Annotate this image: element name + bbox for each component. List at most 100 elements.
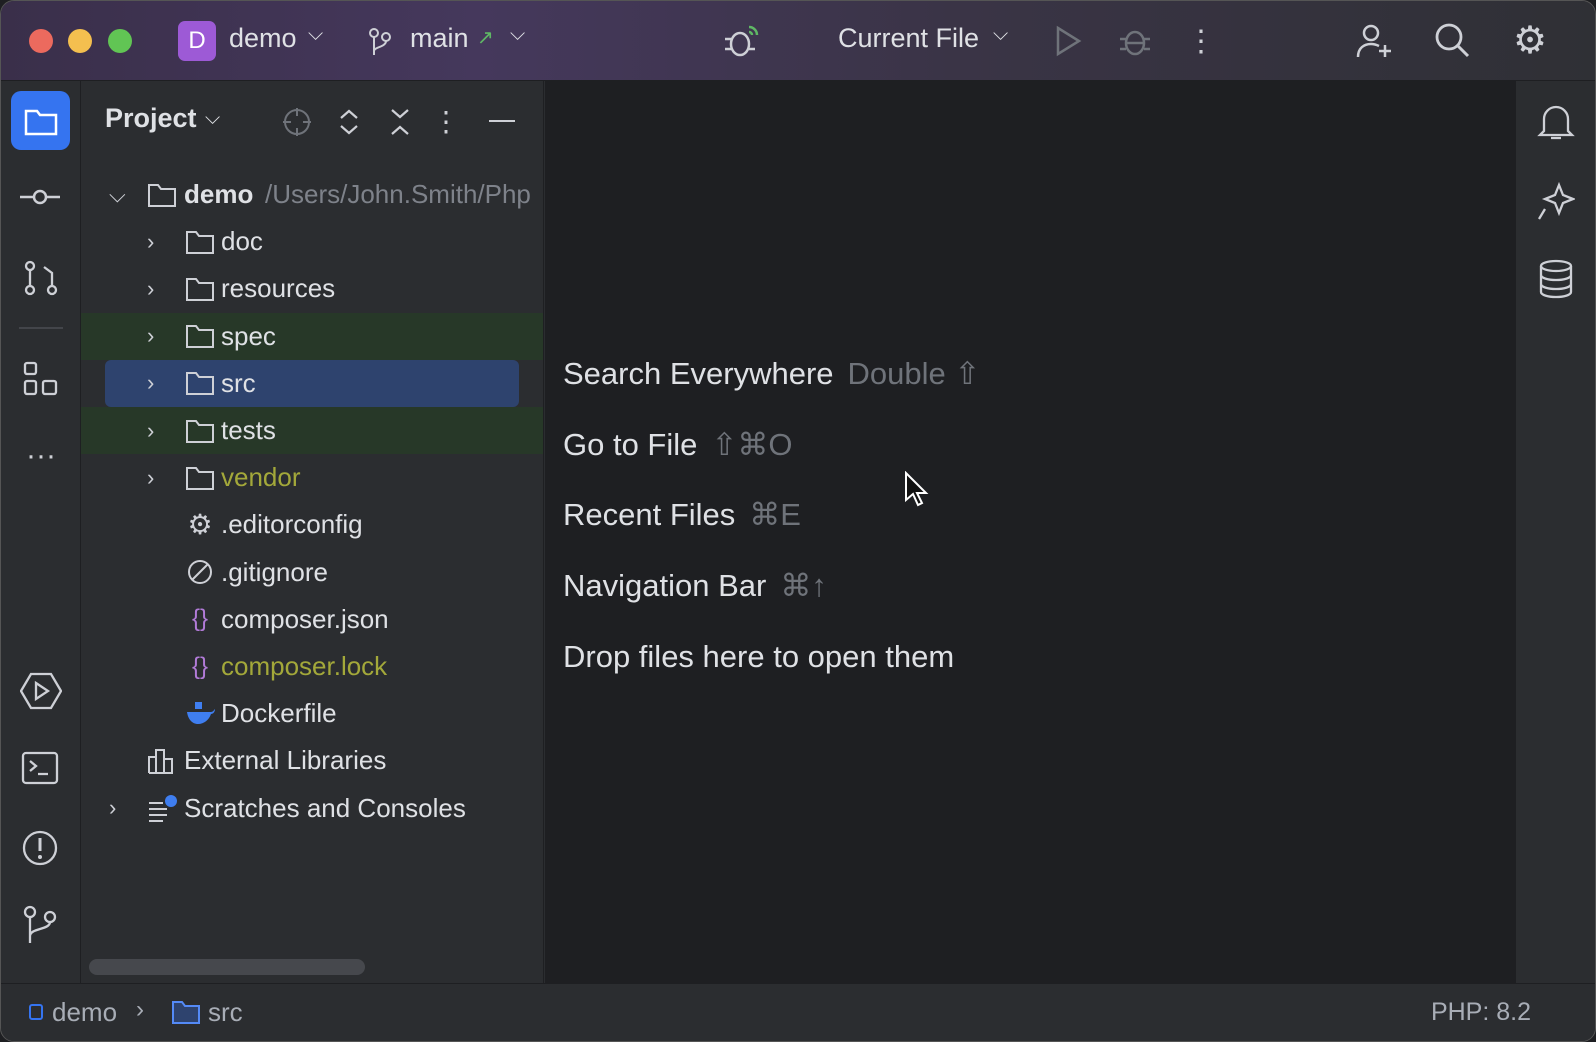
chevron-down-icon[interactable]: ⌵ <box>109 182 126 208</box>
minimize-window-button[interactable] <box>68 29 92 53</box>
tree-item-label: composer.json <box>221 603 389 634</box>
database-icon[interactable] <box>1538 259 1574 299</box>
module-icon <box>29 1004 43 1020</box>
tree-item-spec[interactable]: › spec <box>81 312 543 360</box>
search-icon[interactable] <box>1433 21 1473 61</box>
tree-item-label: .editorconfig <box>221 509 363 540</box>
editor-hint: Search Everywhere Double ⇧ <box>563 356 980 392</box>
debug-icon[interactable] <box>1118 23 1152 59</box>
outgoing-arrow-icon: ↗ <box>477 27 494 49</box>
hint-shortcut: ⇧⌘O <box>711 426 793 462</box>
chevron-right-icon[interactable]: › <box>147 418 154 444</box>
tree-item-path: /Users/John.Smith/Php <box>265 179 531 209</box>
tree-item-label: External Libraries <box>184 745 387 776</box>
chevron-right-icon[interactable]: › <box>147 323 154 349</box>
chevron-down-icon[interactable]: ⌵ <box>205 107 220 130</box>
close-window-button[interactable] <box>29 29 53 53</box>
hint-label: Navigation Bar <box>563 568 767 604</box>
hint-label: Recent Files <box>563 497 736 533</box>
title-bar: D demo ⌵ main ↗ ⌵ Current File ⌵ ⋮ ⚙ <box>1 1 1595 81</box>
tree-item-label: vendor <box>221 462 301 493</box>
chevron-right-icon[interactable]: › <box>109 795 116 821</box>
git-icon[interactable] <box>23 905 59 945</box>
tree-item-label: doc <box>221 226 263 257</box>
add-user-icon[interactable] <box>1355 21 1395 61</box>
project-avatar: D <box>178 21 216 61</box>
run-config-selector[interactable]: Current File ⌵ <box>838 21 1018 61</box>
structure-icon[interactable] <box>23 361 59 397</box>
tree-item-tests[interactable]: › tests <box>81 407 543 454</box>
chevron-down-icon: ⌵ <box>510 23 526 45</box>
more-tools-icon[interactable]: ··· <box>19 439 63 472</box>
tree-item-dockerfile[interactable]: Dockerfile <box>81 690 543 737</box>
chevron-right-icon[interactable]: › <box>147 276 154 302</box>
branch-name: main <box>410 23 469 53</box>
breadcrumb-demo[interactable]: demo <box>52 997 117 1028</box>
zoom-window-button[interactable] <box>108 29 132 53</box>
editor-hint: Drop files here to open them <box>563 639 954 675</box>
hint-shortcut: ⌘E <box>749 497 801 533</box>
locate-file-icon[interactable] <box>282 107 312 137</box>
hint-label: Drop files here to open them <box>563 638 955 674</box>
hint-label: Search Everywhere <box>563 356 834 391</box>
tree-item-label: spec <box>221 320 276 351</box>
notifications-bell-icon[interactable] <box>1537 101 1575 143</box>
tree-item-scratches-and-consoles[interactable]: › Scratches and Consoles <box>81 785 543 832</box>
project-tool-button[interactable] <box>11 91 70 150</box>
ai-assistant-icon[interactable] <box>1537 181 1575 221</box>
status-bar: demo › src PHP: 8.2 <box>1 983 1595 1041</box>
tree-item-composer-json[interactable]: {} composer.json <box>81 596 543 643</box>
git-branch-icon <box>369 28 391 55</box>
tree-item-label: demo <box>184 179 254 209</box>
editor-hint: Navigation Bar ⌘↑ <box>563 568 827 604</box>
horizontal-scrollbar[interactable] <box>89 959 365 975</box>
tree-item-external-libraries[interactable]: External Libraries <box>81 737 543 784</box>
expand-all-icon[interactable] <box>338 107 360 137</box>
folder-icon <box>24 109 57 135</box>
tree-item-editorconfig[interactable]: ⚙ .editorconfig <box>81 501 543 548</box>
settings-gear-icon[interactable]: ⚙ <box>1509 19 1551 62</box>
more-options-icon[interactable]: ⋮ <box>1186 21 1216 61</box>
tree-item-label: tests <box>221 415 276 445</box>
php-version[interactable]: PHP: 8.2 <box>1431 998 1531 1027</box>
hide-panel-icon[interactable] <box>489 120 515 122</box>
services-run-icon[interactable] <box>20 670 62 712</box>
problems-icon[interactable] <box>20 828 60 868</box>
branch-switcher[interactable]: main ↗ ⌵ <box>367 21 537 61</box>
tree-item-label: composer.lock <box>221 651 388 681</box>
project-name: demo <box>229 23 297 53</box>
root-icon <box>147 182 177 208</box>
tree-item-label: Scratches and Consoles <box>184 792 466 823</box>
options-icon[interactable]: ⋮ <box>432 103 460 139</box>
chevron-down-icon: ⌵ <box>308 23 324 45</box>
tree-item-composer-lock[interactable]: {} composer.lock <box>81 643 543 690</box>
breadcrumb-src[interactable]: src <box>208 997 243 1028</box>
tree-item-src[interactable]: › src <box>81 359 543 407</box>
chevron-right-icon[interactable]: › <box>147 465 154 491</box>
project-panel-title[interactable]: Project <box>105 103 197 134</box>
commit-icon[interactable] <box>20 185 60 209</box>
chevron-right-icon[interactable]: › <box>147 370 154 396</box>
editor-hint: Recent Files ⌘E <box>563 497 801 533</box>
terminal-icon[interactable] <box>21 751 59 787</box>
project-switcher[interactable]: D demo ⌵ <box>178 21 338 61</box>
tree-item-vendor[interactable]: › vendor <box>81 454 543 501</box>
divider <box>19 327 63 329</box>
chevron-right-icon[interactable]: › <box>147 229 154 255</box>
tree-item-gitignore[interactable]: .gitignore <box>81 549 543 596</box>
folder-icon <box>185 418 215 444</box>
mouse-cursor-icon <box>905 471 929 507</box>
hint-label: Go to File <box>563 426 698 462</box>
debugger-bug-icon[interactable] <box>721 21 761 61</box>
collapse-all-icon[interactable] <box>389 107 411 137</box>
tree-item-doc[interactable]: › doc <box>81 218 543 265</box>
run-icon[interactable] <box>1053 25 1083 57</box>
tree-item-label: Dockerfile <box>221 698 337 729</box>
editor-empty-area: Search Everywhere Double ⇧ Go to File ⇧⌘O Re… <box>545 81 1515 983</box>
tree-item-demo[interactable]: ⌵ demo/Users/John.Smith/Php <box>81 171 543 218</box>
editor-hint: Go to File ⇧⌘O <box>563 427 792 463</box>
tree-item-label: resources <box>221 273 336 304</box>
chevron-down-icon: ⌵ <box>993 23 1009 45</box>
tree-item-resources[interactable]: › resources <box>81 265 543 312</box>
pull-requests-icon[interactable] <box>22 259 60 297</box>
